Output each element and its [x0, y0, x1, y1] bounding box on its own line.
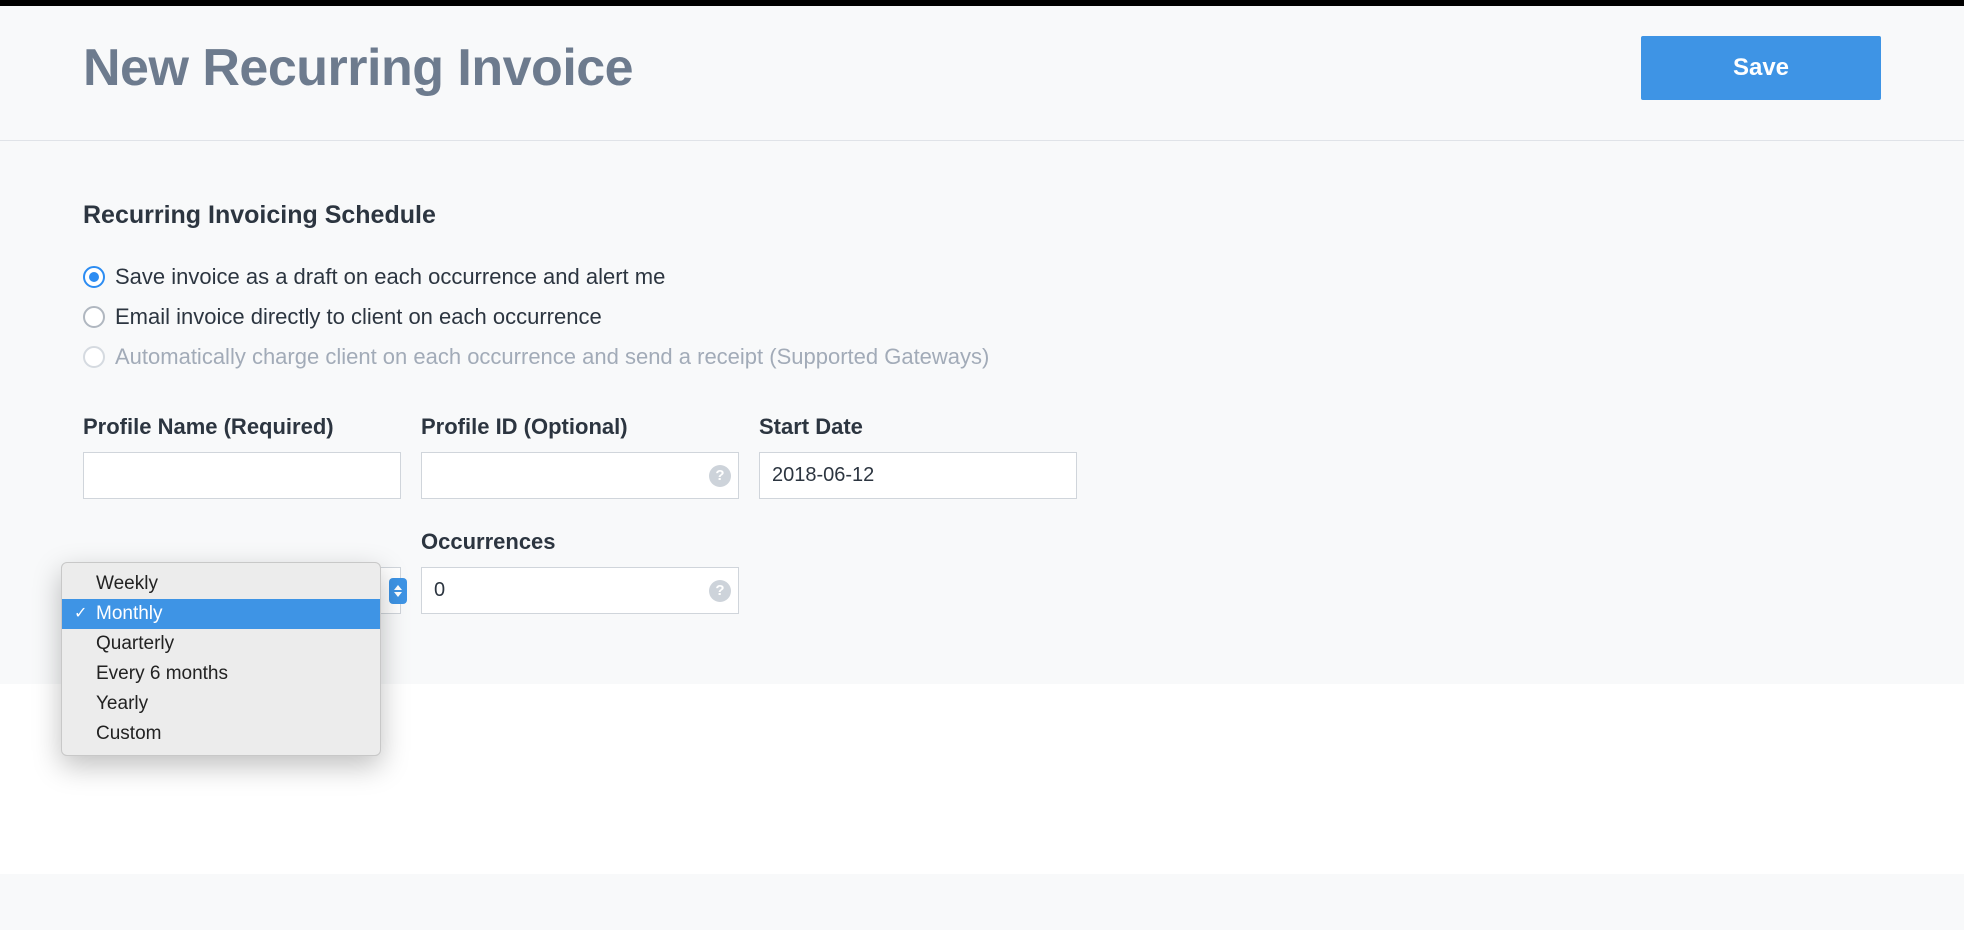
field-row-2: Frequency Weekly Monthly Quarterly Every… — [83, 529, 1881, 614]
field-occurrences: Occurrences ? — [421, 529, 739, 614]
frequency-dropdown: Weekly Monthly Quarterly Every 6 months … — [61, 562, 381, 756]
radio-charge — [83, 346, 105, 368]
radio-label-charge: Automatically charge client on each occu… — [115, 344, 989, 370]
save-button[interactable]: Save — [1641, 36, 1881, 100]
dropdown-option-quarterly[interactable]: Quarterly — [62, 629, 380, 659]
field-frequency: Frequency Weekly Monthly Quarterly Every… — [83, 529, 401, 614]
dropdown-option-custom[interactable]: Custom — [62, 719, 380, 749]
input-profile-id[interactable] — [421, 452, 739, 499]
chevron-up-down-icon[interactable] — [389, 578, 407, 604]
dropdown-option-yearly[interactable]: Yearly — [62, 689, 380, 719]
input-start-date[interactable] — [759, 452, 1077, 499]
label-occurrences: Occurrences — [421, 529, 739, 555]
form-content: Recurring Invoicing Schedule Save invoic… — [0, 141, 1964, 684]
label-profile-id: Profile ID (Optional) — [421, 414, 739, 440]
input-occurrences[interactable] — [421, 567, 739, 614]
dropdown-option-monthly[interactable]: Monthly — [62, 599, 380, 629]
label-profile-name: Profile Name (Required) — [83, 414, 401, 440]
page-title: New Recurring Invoice — [83, 38, 633, 98]
field-start-date: Start Date — [759, 414, 1077, 499]
radio-draft[interactable] — [83, 266, 105, 288]
field-row-1: Profile Name (Required) Profile ID (Opti… — [83, 414, 1881, 499]
field-profile-id: Profile ID (Optional) ? — [421, 414, 739, 499]
help-icon[interactable]: ? — [709, 465, 731, 487]
field-profile-name: Profile Name (Required) — [83, 414, 401, 499]
radio-label-email: Email invoice directly to client on each… — [115, 304, 602, 330]
help-icon[interactable]: ? — [709, 580, 731, 602]
section-title-schedule: Recurring Invoicing Schedule — [83, 201, 1881, 230]
radio-row-email: Email invoice directly to client on each… — [83, 304, 1881, 330]
dropdown-option-6months[interactable]: Every 6 months — [62, 659, 380, 689]
label-start-date: Start Date — [759, 414, 1077, 440]
input-profile-name[interactable] — [83, 452, 401, 499]
schedule-radio-group: Save invoice as a draft on each occurren… — [83, 264, 1881, 370]
radio-row-charge: Automatically charge client on each occu… — [83, 344, 1881, 370]
radio-row-draft: Save invoice as a draft on each occurren… — [83, 264, 1881, 290]
radio-email[interactable] — [83, 306, 105, 328]
radio-label-draft: Save invoice as a draft on each occurren… — [115, 264, 665, 290]
page-header: New Recurring Invoice Save — [0, 6, 1964, 141]
dropdown-option-weekly[interactable]: Weekly — [62, 569, 380, 599]
